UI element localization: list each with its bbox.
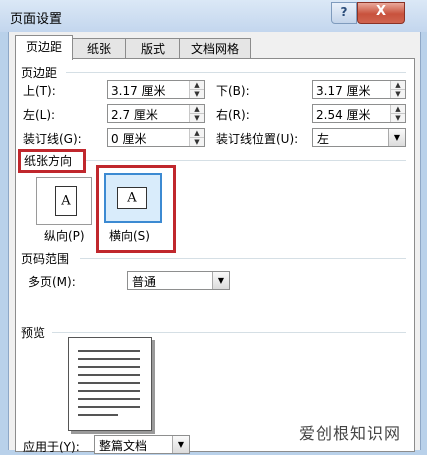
down-arrow-icon[interactable]: ▼ [391,90,405,98]
divider [66,72,406,73]
bottom-margin-label: 下(B): [216,84,250,98]
pages-section-title: 页码范围 [21,252,70,266]
apply-to-value: 整篇文档 [99,439,148,453]
page-letter: A [61,193,71,209]
spinner-arrows[interactable]: ▲ ▼ [189,81,204,98]
dialog-body: 页边距 纸张 版式 文档网格 页边距 上(T): 3.17 厘米 ▲ ▼ 下(B)… [8,32,421,454]
up-arrow-icon[interactable]: ▲ [190,129,204,138]
spinner-arrows[interactable]: ▲ ▼ [189,105,204,122]
bottom-margin-value: 3.17 厘米 [316,84,371,98]
preview-text-line [78,366,140,368]
left-margin-value: 2.7 厘米 [111,108,158,122]
preview-text-line [78,414,118,416]
tab-label: 纸张 [86,42,111,56]
chevron-down-icon[interactable]: ▼ [172,436,189,453]
multiple-pages-label: 多页(M): [28,275,76,289]
tab-margins[interactable]: 页边距 [15,35,73,60]
up-arrow-icon[interactable]: ▲ [190,81,204,90]
help-icon: ? [340,5,348,19]
window-title: 页面设置 [10,12,63,27]
portrait-page-icon: A [55,186,77,216]
landscape-button[interactable]: A [104,173,162,223]
portrait-button[interactable]: A [36,177,92,225]
up-arrow-icon[interactable]: ▲ [190,105,204,114]
spinner-arrows[interactable]: ▲ ▼ [189,129,204,146]
down-arrow-icon[interactable]: ▼ [391,114,405,122]
multiple-pages-value: 普通 [132,275,157,289]
watermark-text: 爱创根知识网 [299,424,402,443]
top-margin-spinner[interactable]: 3.17 厘米 ▲ ▼ [107,80,205,99]
down-arrow-icon[interactable]: ▼ [190,138,204,146]
close-button[interactable]: X [357,2,405,24]
preview-text-line [78,398,140,400]
tab-label: 页边距 [25,40,62,54]
tab-label: 文档网格 [190,42,239,56]
top-margin-label: 上(T): [23,84,56,98]
preview-page [68,337,152,431]
down-arrow-icon[interactable]: ▼ [190,90,204,98]
preview-text-line [78,390,140,392]
gutter-value: 0 厘米 [111,132,147,146]
right-margin-label: 右(R): [216,108,250,122]
preview-section-title: 预览 [21,326,46,340]
tab-label: 版式 [140,42,165,56]
gutter-spinner[interactable]: 0 厘米 ▲ ▼ [107,128,205,147]
bottom-margin-spinner[interactable]: 3.17 厘米 ▲ ▼ [312,80,406,99]
multiple-pages-select[interactable]: 普通 ▼ [127,271,230,290]
preview-text-line [78,406,140,408]
margins-section-title: 页边距 [21,66,58,80]
gutter-position-label: 装订线位置(U): [216,132,299,146]
preview-text-line [78,358,140,360]
divider [86,160,406,161]
divider [52,332,406,333]
close-icon: X [375,4,387,19]
spinner-arrows[interactable]: ▲ ▼ [390,81,405,98]
gutter-position-value: 左 [317,132,330,146]
gutter-position-select[interactable]: 左 ▼ [312,128,406,147]
preview-text-line [78,350,140,352]
preview-text-line [78,382,140,384]
preview-text-line [78,374,140,376]
gutter-label: 装订线(G): [23,132,82,146]
up-arrow-icon[interactable]: ▲ [391,105,405,114]
divider [80,258,406,259]
tab-panel: 页边距 上(T): 3.17 厘米 ▲ ▼ 下(B): 3.17 厘米 ▲ ▼ 左(… [15,58,415,454]
title-bar: 页面设置 ? X [0,0,427,32]
chevron-down-icon[interactable]: ▼ [388,129,405,146]
chevron-down-icon[interactable]: ▼ [212,272,229,289]
portrait-label: 纵向(P) [44,229,85,243]
up-arrow-icon[interactable]: ▲ [391,81,405,90]
apply-to-label: 应用于(Y): [23,440,80,454]
spinner-arrows[interactable]: ▲ ▼ [390,105,405,122]
landscape-label: 横向(S) [109,229,150,243]
down-arrow-icon[interactable]: ▼ [190,114,204,122]
landscape-page-icon: A [117,187,147,209]
left-margin-label: 左(L): [23,108,56,122]
help-button[interactable]: ? [331,2,357,24]
top-margin-value: 3.17 厘米 [111,84,166,98]
left-margin-spinner[interactable]: 2.7 厘米 ▲ ▼ [107,104,205,123]
orientation-section-title: 纸张方向 [24,154,73,168]
tab-paper[interactable]: 纸张 [71,38,127,59]
right-margin-value: 2.54 厘米 [316,108,371,122]
tab-layout[interactable]: 版式 [125,38,181,59]
right-margin-spinner[interactable]: 2.54 厘米 ▲ ▼ [312,104,406,123]
page-letter: A [127,190,137,206]
apply-to-select[interactable]: 整篇文档 ▼ [94,435,190,454]
tab-document-grid[interactable]: 文档网格 [179,38,251,59]
